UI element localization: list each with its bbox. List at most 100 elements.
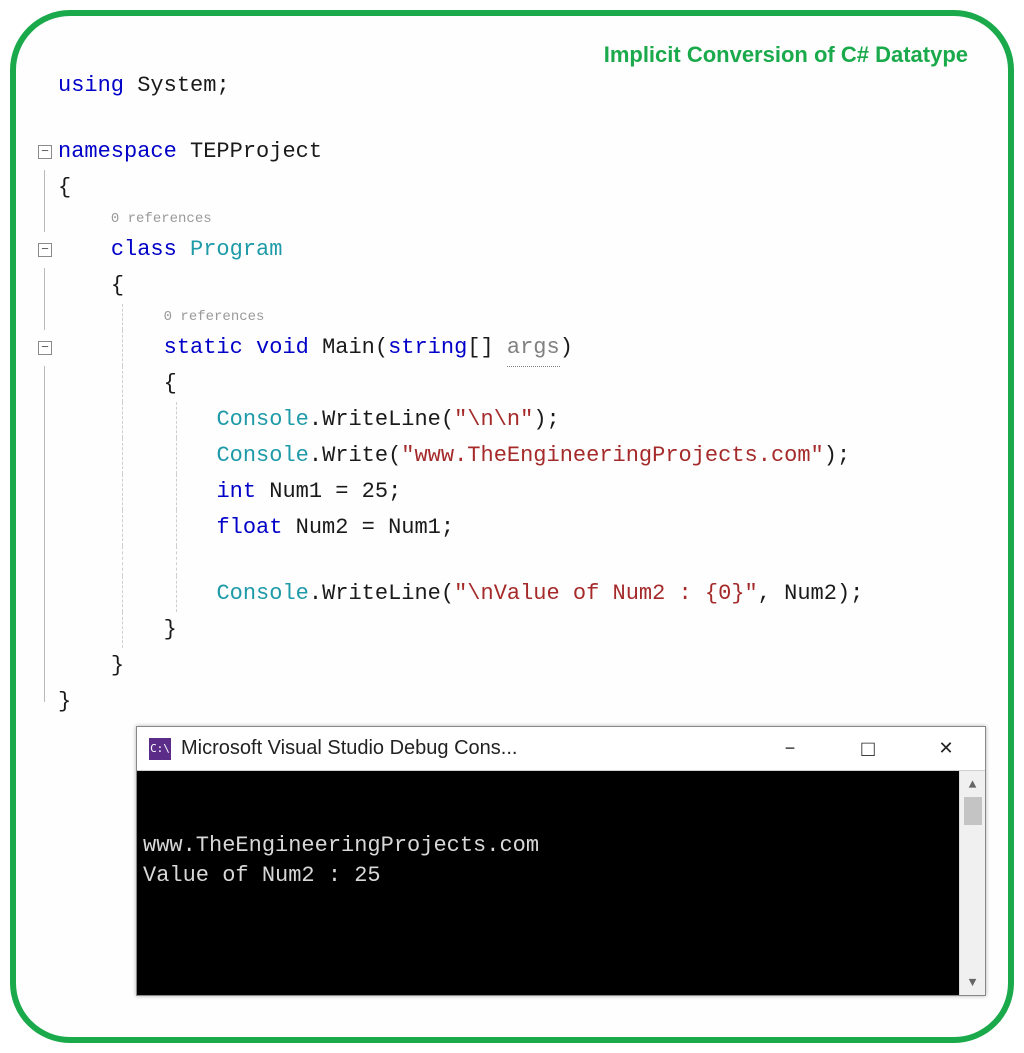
keyword-int: int bbox=[216, 474, 256, 510]
keyword-void: void bbox=[256, 330, 309, 366]
outline-guide bbox=[44, 648, 45, 684]
indent-guide bbox=[122, 402, 123, 438]
close-icon: ✕ bbox=[938, 738, 953, 759]
string-literal: "\nValue of Num2 : {0}" bbox=[454, 576, 758, 612]
outline-guide bbox=[44, 170, 45, 206]
indent-guide bbox=[176, 474, 177, 510]
code-line: − static void Main(string[] args) bbox=[38, 330, 998, 366]
method-writeline: WriteLine bbox=[322, 402, 441, 438]
variable-num1: Num1 bbox=[269, 474, 322, 510]
method-writeline: WriteLine bbox=[322, 576, 441, 612]
class-name: Program bbox=[190, 232, 282, 268]
variable-num1: Num1 bbox=[388, 510, 441, 546]
fold-toggle-icon[interactable]: − bbox=[38, 341, 52, 355]
scroll-thumb[interactable] bbox=[964, 797, 982, 825]
keyword-using: using bbox=[58, 68, 124, 104]
method-write: Write bbox=[322, 438, 388, 474]
chevron-up-icon: ▲ bbox=[969, 777, 977, 792]
outline-guide bbox=[44, 438, 45, 474]
outline-guide bbox=[44, 510, 45, 546]
indent-guide bbox=[176, 510, 177, 546]
scroll-up-button[interactable]: ▲ bbox=[960, 771, 985, 797]
indent-guide bbox=[176, 402, 177, 438]
code-line: Console.WriteLine("\nValue of Num2 : {0}… bbox=[38, 576, 998, 612]
code-line: using System; bbox=[38, 68, 998, 104]
indent-guide bbox=[122, 576, 123, 612]
parameter-args: args bbox=[507, 330, 560, 367]
code-line: float Num2 = Num1; bbox=[38, 510, 998, 546]
indent-guide bbox=[122, 612, 123, 648]
window-titlebar[interactable]: C:\ Microsoft Visual Studio Debug Cons..… bbox=[137, 727, 985, 771]
method-name: Main bbox=[322, 330, 375, 366]
identifier: System bbox=[137, 68, 216, 104]
console-output[interactable]: www.TheEngineeringProjects.com Value of … bbox=[137, 771, 959, 995]
chevron-down-icon: ▼ bbox=[969, 975, 977, 990]
minimize-icon: − bbox=[785, 738, 796, 759]
minimize-button[interactable]: − bbox=[751, 727, 829, 771]
fold-toggle-icon[interactable]: − bbox=[38, 145, 52, 159]
indent-guide bbox=[176, 576, 177, 612]
console-app-icon: C:\ bbox=[149, 738, 171, 760]
outline-guide bbox=[44, 402, 45, 438]
indent-guide bbox=[122, 474, 123, 510]
indent-guide bbox=[176, 546, 177, 576]
fold-toggle-icon[interactable]: − bbox=[38, 243, 52, 257]
class-console: Console bbox=[216, 402, 308, 438]
keyword-class: class bbox=[111, 232, 177, 268]
code-line: } bbox=[38, 648, 998, 684]
blank-line bbox=[38, 546, 998, 576]
variable-num2: Num2 bbox=[296, 510, 349, 546]
outline-guide bbox=[44, 546, 45, 576]
outline-guide bbox=[44, 206, 45, 232]
code-editor[interactable]: using System; − namespace TEPProject { 0… bbox=[38, 68, 998, 720]
code-line: } bbox=[38, 612, 998, 648]
editor-frame: Implicit Conversion of C# Datatype using… bbox=[10, 10, 1014, 1043]
code-line: − class Program bbox=[38, 232, 998, 268]
indent-guide bbox=[122, 510, 123, 546]
code-line: Console.Write("www.TheEngineeringProject… bbox=[38, 438, 998, 474]
keyword-float: float bbox=[216, 510, 282, 546]
outline-guide bbox=[44, 304, 45, 330]
number-literal: 25 bbox=[362, 474, 388, 510]
outline-guide bbox=[44, 684, 45, 702]
close-button[interactable]: ✕ bbox=[907, 727, 985, 771]
string-literal: "www.TheEngineeringProjects.com" bbox=[401, 438, 823, 474]
keyword-static: static bbox=[164, 330, 243, 366]
keyword-namespace: namespace bbox=[58, 134, 177, 170]
window-controls: − □ ✕ bbox=[751, 727, 985, 771]
console-line: Value of Num2 : 25 bbox=[143, 863, 381, 888]
blank-line bbox=[38, 104, 998, 134]
indent-guide bbox=[122, 330, 123, 366]
window-title: Microsoft Visual Studio Debug Cons... bbox=[181, 737, 517, 760]
indent-guide bbox=[122, 438, 123, 474]
outline-guide bbox=[44, 612, 45, 648]
outline-guide bbox=[44, 576, 45, 612]
page-title: Implicit Conversion of C# Datatype bbox=[604, 42, 968, 68]
namespace-name: TEPProject bbox=[190, 134, 322, 170]
indent-guide bbox=[122, 546, 123, 576]
variable-num2: Num2 bbox=[784, 576, 837, 612]
keyword-string: string bbox=[388, 330, 467, 366]
indent-guide bbox=[176, 438, 177, 474]
class-console: Console bbox=[216, 438, 308, 474]
outline-guide bbox=[44, 366, 45, 402]
code-line: Console.WriteLine("\n\n"); bbox=[38, 402, 998, 438]
string-literal: "\n\n" bbox=[454, 402, 533, 438]
codelens[interactable]: 0 references bbox=[38, 206, 998, 232]
scrollbar[interactable]: ▲ ▼ bbox=[959, 771, 985, 995]
codelens[interactable]: 0 references bbox=[38, 304, 998, 330]
outline-guide bbox=[44, 474, 45, 510]
scroll-down-button[interactable]: ▼ bbox=[960, 969, 985, 995]
debug-console-window: C:\ Microsoft Visual Studio Debug Cons..… bbox=[136, 726, 986, 996]
code-line: } bbox=[38, 684, 998, 720]
indent-guide bbox=[122, 366, 123, 402]
code-line: { bbox=[38, 366, 998, 402]
code-line: int Num1 = 25; bbox=[38, 474, 998, 510]
code-line: − namespace TEPProject bbox=[38, 134, 998, 170]
indent-guide bbox=[122, 304, 123, 330]
console-line: www.TheEngineeringProjects.com bbox=[143, 833, 539, 858]
outline-guide bbox=[44, 268, 45, 304]
class-console: Console bbox=[216, 576, 308, 612]
maximize-button[interactable]: □ bbox=[829, 727, 907, 771]
maximize-icon: □ bbox=[861, 736, 874, 762]
